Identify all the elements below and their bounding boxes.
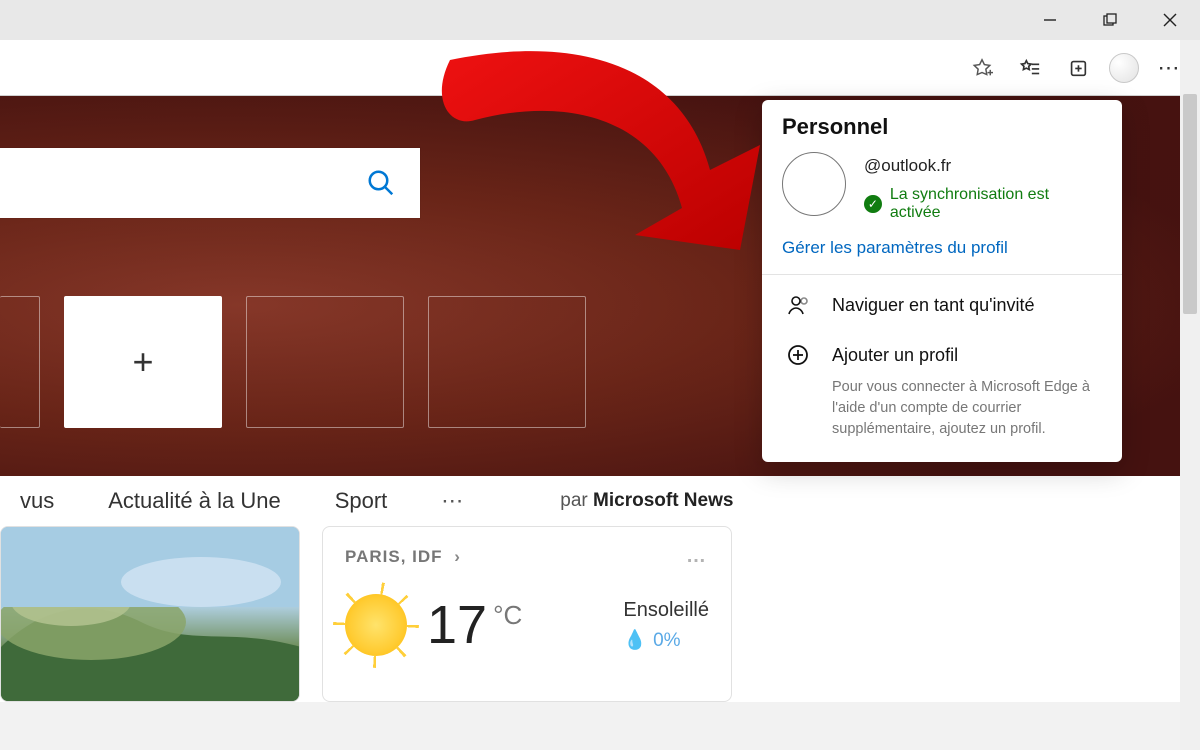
- add-favorite-button[interactable]: [960, 47, 1004, 89]
- ellipsis-icon: ⋯: [1158, 55, 1183, 81]
- profile-email: @outlook.fr: [864, 156, 1102, 176]
- news-tab-sport[interactable]: Sport: [335, 488, 388, 514]
- news-cards: PARIS, IDF › … 17°C Ensoleillé 💧0%: [0, 520, 1200, 702]
- quick-links: +: [0, 296, 586, 428]
- profile-sync-status: ✓ La synchronisation est activée: [864, 186, 1102, 222]
- news-by-prefix: par: [560, 490, 593, 511]
- weather-card[interactable]: PARIS, IDF › … 17°C Ensoleillé 💧0%: [322, 526, 732, 702]
- weather-card-more[interactable]: …: [686, 545, 709, 568]
- weather-precip: 💧0%: [623, 628, 709, 652]
- droplet-icon: 💧: [623, 630, 647, 651]
- window-minimize-button[interactable]: [1020, 0, 1080, 40]
- search-icon: [366, 168, 396, 198]
- weather-location[interactable]: PARIS, IDF: [345, 547, 443, 566]
- favorites-button[interactable]: [1008, 47, 1052, 89]
- browse-as-guest-label: Naviguer en tant qu'invité: [832, 295, 1035, 316]
- quick-link-tile[interactable]: [0, 296, 40, 428]
- collections-button[interactable]: [1056, 47, 1100, 89]
- quick-link-tile[interactable]: [246, 296, 404, 428]
- news-source: par Microsoft News: [560, 490, 733, 512]
- news-by-source: Microsoft News: [593, 490, 733, 511]
- browse-as-guest[interactable]: Naviguer en tant qu'invité: [762, 275, 1122, 323]
- search-bar[interactable]: [0, 148, 420, 218]
- chevron-right-icon: ›: [454, 547, 461, 566]
- weather-condition: Ensoleillé: [623, 599, 709, 622]
- window-close-button[interactable]: [1140, 0, 1200, 40]
- news-tab-une[interactable]: Actualité à la Une: [108, 488, 280, 514]
- guest-icon: [784, 293, 812, 317]
- news-tab-more[interactable]: ⋯: [441, 488, 466, 514]
- check-circle-icon: ✓: [864, 195, 882, 213]
- sun-icon: [345, 594, 407, 656]
- vertical-scrollbar[interactable]: [1180, 40, 1200, 750]
- plus-icon: +: [132, 341, 153, 383]
- add-profile-label: Ajouter un profil: [832, 345, 958, 366]
- add-profile-description: Pour vous connecter à Microsoft Edge à l…: [762, 373, 1122, 444]
- collections-icon: [1067, 57, 1089, 79]
- scrollbar-thumb[interactable]: [1183, 94, 1197, 314]
- window-titlebar: [0, 0, 1200, 40]
- news-card-image[interactable]: [0, 526, 300, 702]
- minimize-icon: [1043, 13, 1057, 27]
- quick-link-tile[interactable]: [428, 296, 586, 428]
- current-profile[interactable]: @outlook.fr ✓ La synchronisation est act…: [762, 148, 1122, 232]
- avatar-icon: [1109, 53, 1139, 83]
- profile-flyout-title: Personnel: [762, 100, 1122, 148]
- browser-toolbar: ⋯: [0, 40, 1200, 96]
- news-tab-vus[interactable]: vus: [20, 488, 54, 514]
- profile-avatar: [782, 152, 846, 216]
- star-plus-icon: [971, 57, 993, 79]
- window-maximize-button[interactable]: [1080, 0, 1140, 40]
- news-tabs: vus Actualité à la Une Sport ⋯ par Micro…: [0, 476, 1200, 520]
- profile-flyout: Personnel @outlook.fr ✓ La synchronisati…: [762, 100, 1122, 462]
- star-lines-icon: [1019, 57, 1041, 79]
- plus-circle-icon: [784, 343, 812, 367]
- news-card-thumbnail: [1, 527, 300, 702]
- manage-profile-link[interactable]: Gérer les paramètres du profil: [762, 232, 1122, 274]
- add-quick-link-tile[interactable]: +: [64, 296, 222, 428]
- maximize-icon: [1103, 13, 1117, 27]
- add-profile[interactable]: Ajouter un profil: [762, 323, 1122, 373]
- weather-temperature: 17°C: [427, 594, 522, 656]
- close-icon: [1163, 13, 1177, 27]
- profile-button[interactable]: [1104, 47, 1144, 89]
